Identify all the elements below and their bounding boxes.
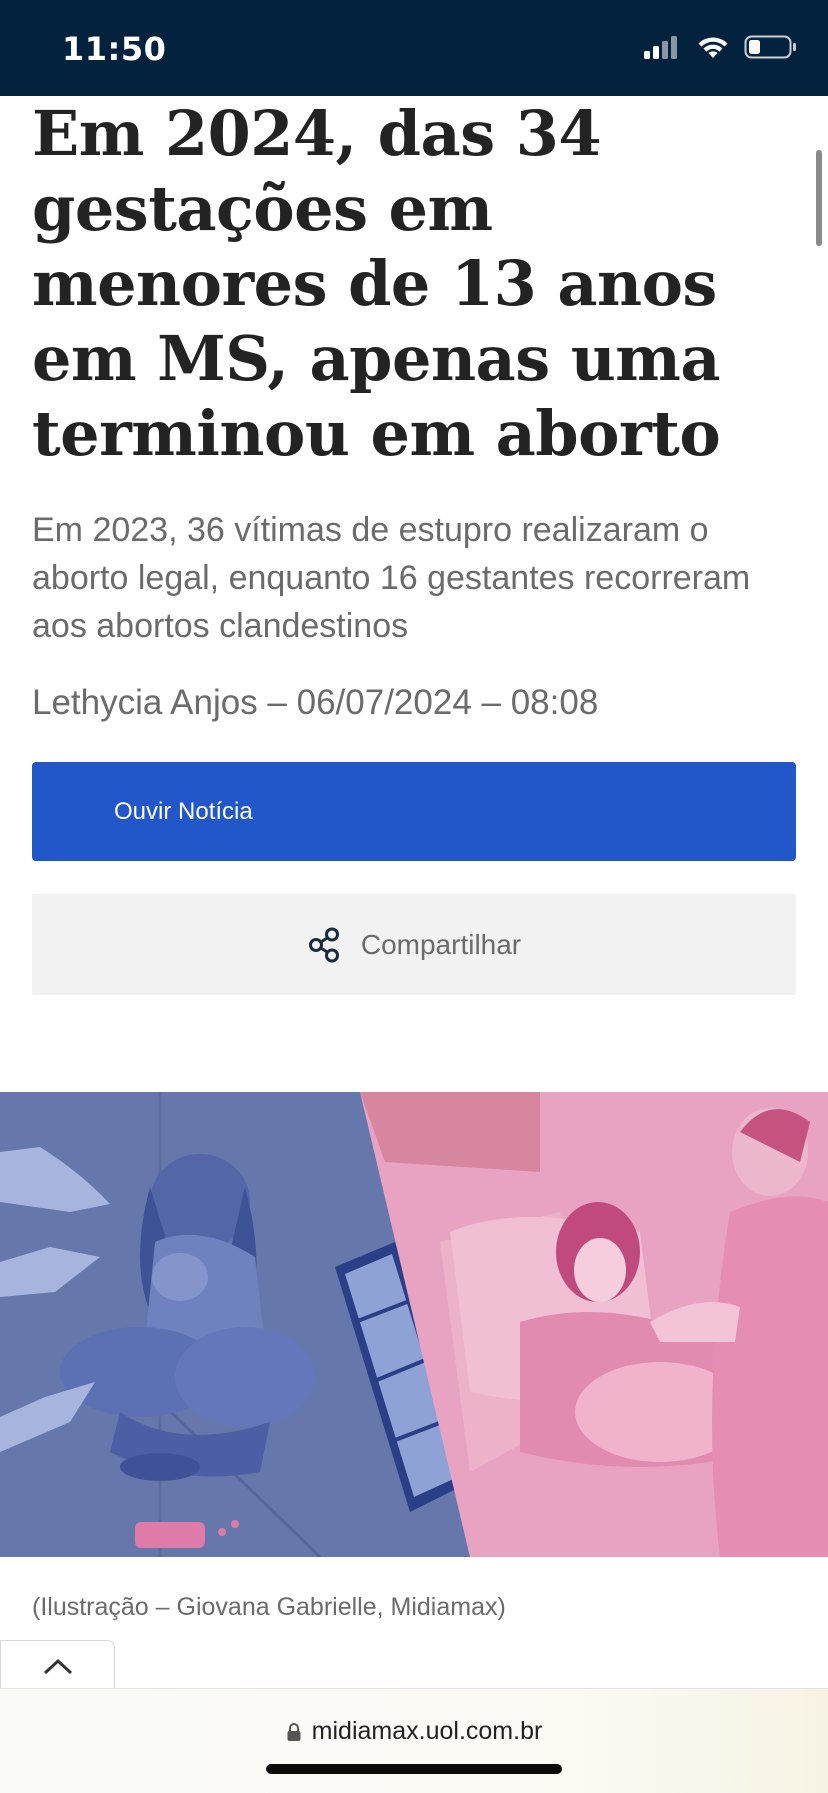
lock-icon [287,1722,301,1741]
back-to-top-button[interactable] [0,1640,115,1691]
listen-news-button[interactable]: Ouvir Notícia [32,762,796,861]
listen-news-label: Ouvir Notícia [114,797,253,825]
url-field[interactable]: midiamax.uol.com.br [0,1717,828,1746]
scrollbar-thumb[interactable] [816,150,822,246]
illustration-art [0,1092,828,1557]
cellular-signal-icon [644,36,677,59]
image-caption: (Ilustração – Giovana Gabrielle, Midiama… [32,1593,506,1621]
article-subtitle: Em 2023, 36 vítimas de estupro realizara… [32,511,751,645]
share-button[interactable]: Compartilhar [32,894,796,995]
status-time: 11:50 [62,30,167,68]
browser-url-bar[interactable]: midiamax.uol.com.br [0,1688,828,1793]
url-text: midiamax.uol.com.br [311,1717,543,1745]
chevron-up-icon [43,1658,72,1675]
wifi-icon [698,37,728,58]
share-icon [308,927,339,962]
article-byline: Lethycia Anjos – 06/07/2024 – 08:08 [32,683,599,722]
home-indicator[interactable] [266,1764,562,1774]
battery-icon [744,35,796,59]
share-label: Compartilhar [360,928,522,960]
article-headline: Em 2024, das 34 gestações em menores de … [32,97,721,470]
status-icons [642,34,798,60]
article-illustration [0,1092,828,1557]
status-bar: 11:50 [0,0,828,96]
